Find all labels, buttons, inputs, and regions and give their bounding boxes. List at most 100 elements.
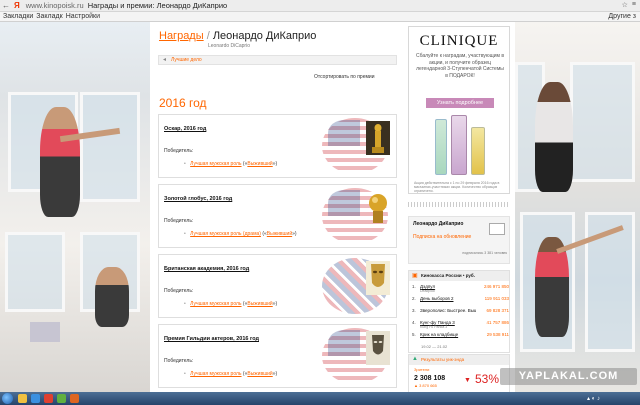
yaplakal-watermark: YAPLAKAL.COM [500, 368, 637, 385]
folder-icon[interactable] [18, 394, 27, 403]
bullet-icon: • [184, 231, 186, 237]
bookmark-item[interactable]: Настройки [66, 13, 100, 20]
box-office-title[interactable]: Кинокасса России • руб. [421, 273, 475, 278]
rank: 5. [412, 332, 416, 337]
results-title[interactable]: Результаты уик-энда [421, 357, 464, 362]
movie-link[interactable]: Выживший [247, 161, 272, 167]
back-arrow-icon[interactable]: ← [0, 1, 12, 10]
award-title[interactable]: Золотой глобус, 2016 год [164, 196, 232, 202]
box-office-amount: 246 971 850 [483, 284, 509, 289]
award-title[interactable]: Оскар, 2016 год [164, 126, 206, 132]
envelope-icon[interactable] [489, 223, 505, 235]
taskbar-app-icon[interactable] [70, 394, 79, 403]
winner-label: Победитель: [164, 358, 194, 364]
movie-link[interactable]: Выживший [247, 371, 272, 377]
windows-taskbar: ▴ ◐ ♪ [0, 392, 640, 405]
nomination-movie: («Выживший») [242, 161, 278, 167]
flag-canton [328, 330, 360, 356]
sort-by-award-link[interactable]: Отсортировать по премии [314, 74, 375, 80]
results-header: ▲ Результаты уик-энда [409, 355, 509, 365]
rank: 3. [412, 308, 416, 313]
nomination: • Лучшая мужская роль («Выживший») [184, 371, 277, 377]
taskbar-app-icon[interactable] [57, 394, 66, 403]
subscribe-link[interactable]: Подписка на обновление [413, 234, 471, 240]
yoga-block [30, 322, 60, 342]
nomination-movie: («Выживший») [262, 231, 297, 237]
start-button[interactable] [2, 393, 13, 404]
movie-link[interactable]: Зверополис: Быстрее. Выше. Сильнее [420, 308, 476, 313]
movie-link[interactable]: Выживший [247, 301, 272, 307]
athlete-figure [95, 267, 129, 327]
window-decor [5, 232, 65, 312]
product-bottle-icon [451, 115, 467, 175]
box-office-header: ▣ Кинокасса России • руб. [409, 271, 509, 281]
award-title[interactable]: Премия Гильдии актеров, 2016 год [164, 336, 259, 342]
ad-learn-more-button[interactable]: Узнать подробнее [426, 98, 494, 108]
background-photo-left [0, 22, 150, 392]
nomination-category-link[interactable]: Лучшая мужская роль (драма) [190, 231, 261, 237]
award-title[interactable]: Британская академия, 2016 год [164, 266, 249, 272]
nomination-category-link[interactable]: Лучшая мужская роль [190, 371, 241, 377]
bookmark-item[interactable]: Закладки [3, 13, 33, 20]
box-office-amount: 41 757 886 [486, 320, 509, 325]
year-heading: 2016 год [159, 96, 207, 110]
breadcrumb-awards-link[interactable]: Награды [159, 30, 204, 42]
browser-icon[interactable] [44, 394, 53, 403]
athlete-figure [40, 107, 80, 217]
change-percent: 53% [475, 372, 500, 386]
clinique-ad-banner[interactable]: CLINIQUE Сбалуйте к наградам, участвующи… [408, 26, 510, 194]
ad-text: Сбалуйте к наградам, участвующим в акции… [415, 53, 505, 79]
weekend-results-widget: ▲ Результаты уик-энда Зрители 2 308 108 … [408, 354, 510, 394]
background-photo-right [515, 22, 640, 392]
address-bar-url[interactable]: www.kinopoisk.ru [26, 1, 84, 10]
athlete-figure [535, 82, 573, 192]
ad-fine-print: Акция действительна с 1 по 29 февраля 20… [414, 181, 500, 194]
star-icon[interactable]: ☆ [622, 1, 628, 9]
browser-title-bar: ← Я www.kinopoisk.ru Награды и премии: Л… [0, 0, 640, 12]
box-office-row: 1. Дэдпул Deadpool 246 971 850 [412, 284, 509, 294]
other-bookmarks[interactable]: Другие з [608, 13, 636, 20]
subscribe-person-name: Леонардо ДиКаприо [413, 221, 464, 227]
page-title: Леонардо ДиКаприо [212, 30, 317, 42]
movie-link[interactable]: Выживший [267, 231, 292, 237]
rank: 4. [412, 320, 416, 325]
back-link[interactable]: Лучшие дело [171, 57, 202, 63]
original-name: Leonardo DiCaprio [208, 43, 250, 49]
flag-canton [328, 190, 360, 216]
taskbar-app-icon[interactable] [31, 394, 40, 403]
dotted-divider [408, 202, 508, 207]
nomination: • Лучшая мужская роль (драма) («Выживший… [184, 231, 297, 237]
product-bottle-icon [435, 119, 447, 175]
winner-label: Победитель: [164, 288, 194, 294]
box-office-row: 5. Крик на кладбище 29 538 911 [412, 332, 509, 342]
back-bar: ◂ Лучшие дело [158, 55, 397, 65]
nomination-movie: («Выживший») [242, 301, 278, 307]
sag-actor-statue-icon [366, 331, 390, 365]
rank: 2. [412, 296, 416, 301]
yandex-logo-icon[interactable]: Я [12, 1, 22, 10]
chart-icon: ▲ [412, 356, 418, 362]
menu-icon[interactable]: ≡ [632, 1, 636, 9]
bookmarks-bar: Закладки Закладк Настройки Другие з [0, 12, 640, 22]
movie-original-title: Deadpool [420, 289, 435, 293]
box-office-date-range: 19.02 — 21.02 [421, 344, 448, 349]
nomination: • Лучшая мужская роль («Выживший») [184, 161, 277, 167]
viewers-value: 2 308 108 [414, 375, 446, 382]
subscribe-box: Леонардо ДиКаприо Подписка на обновление… [408, 216, 510, 264]
box-office-row: 2. День выборов 2 119 911 033 [412, 296, 509, 306]
tray-icons[interactable]: ▴ ◐ ♪ [587, 395, 600, 402]
movie-original-title: Kung Fu Panda 3 [420, 325, 448, 329]
box-office-amount: 29 538 911 [486, 332, 509, 337]
movie-link[interactable]: Крик на кладбище [420, 332, 458, 337]
nomination-category-link[interactable]: Лучшая мужская роль [190, 161, 241, 167]
window-decor [80, 92, 140, 202]
subscriber-count: подписались 3 381 человек [462, 251, 507, 255]
bookmark-item[interactable]: Закладк [36, 13, 62, 20]
nomination-category-link[interactable]: Лучшая мужская роль [190, 301, 241, 307]
breadcrumb: Награды / Леонардо ДиКаприо [159, 30, 316, 42]
bafta-mask-icon [366, 261, 390, 295]
bullet-icon: • [184, 161, 186, 167]
arrow-left-icon: ◂ [163, 57, 167, 63]
movie-link[interactable]: День выборов 2 [420, 296, 453, 301]
right-sidebar: CLINIQUE Сбалуйте к наградам, участвующи… [400, 22, 515, 394]
